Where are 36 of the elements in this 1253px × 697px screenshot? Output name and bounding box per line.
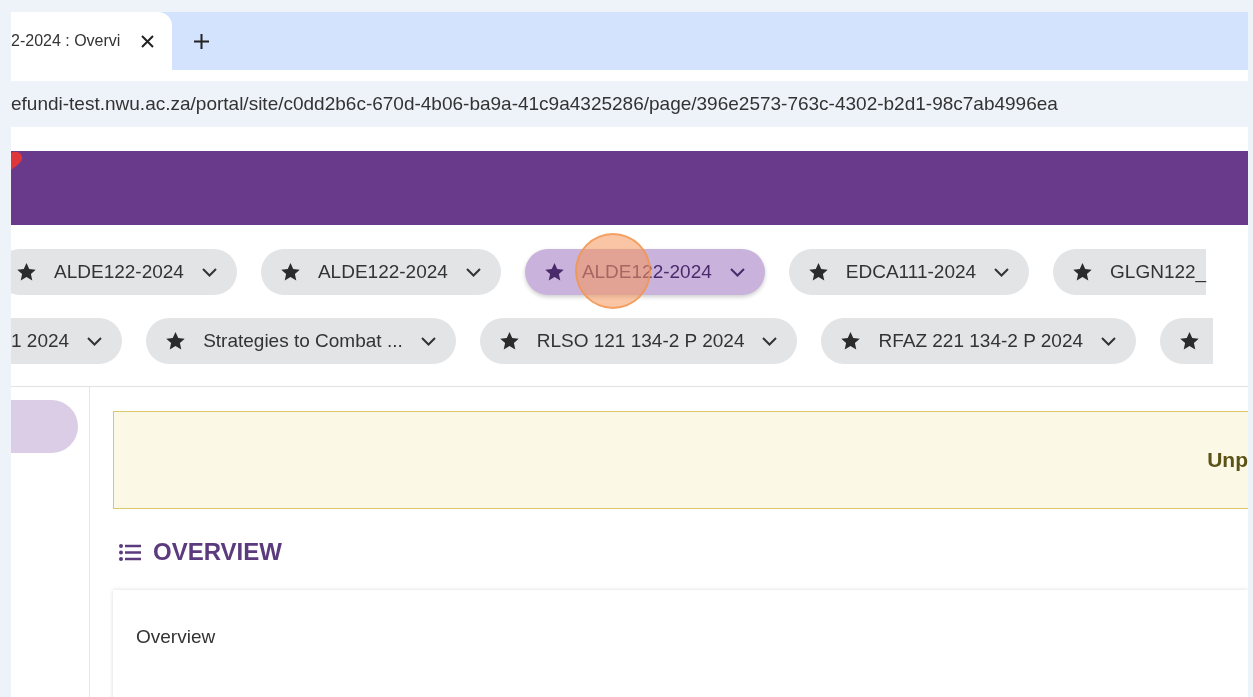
star-icon[interactable]: [166, 332, 186, 350]
star-icon[interactable]: [1180, 332, 1200, 350]
star-icon[interactable]: [499, 332, 519, 350]
star-icon[interactable]: [841, 332, 861, 350]
chevron-down-icon[interactable]: [994, 267, 1010, 277]
browser-tab[interactable]: 2-2024 : Overvi: [11, 12, 172, 70]
site-tab[interactable]: ALDE122-2024: [260, 249, 501, 295]
site-tab[interactable]: ALDE122-2024: [11, 249, 237, 295]
tab-title: 2-2024 : Overvi: [11, 32, 121, 50]
list-icon: [119, 543, 141, 561]
star-icon[interactable]: [1073, 263, 1093, 281]
address-bar[interactable]: efundi-test.nwu.ac.za/portal/site/c0dd2b6c-670d-4b06-ba9a-41c9a4325286/page/396e2573-763c-4302-b2d1-98c7ab4996ea: [11, 81, 1248, 127]
site-tab[interactable]: Strategies to Combat ...: [146, 318, 456, 364]
chevron-down-icon[interactable]: [465, 267, 481, 277]
new-tab-icon[interactable]: [194, 33, 209, 49]
star-icon[interactable]: [280, 263, 300, 281]
site-tab[interactable]: [1160, 318, 1214, 364]
chevron-down-icon[interactable]: [1101, 336, 1117, 346]
chevron-down-icon[interactable]: [87, 336, 103, 346]
site-tab[interactable]: RLSO 121 134-2 P 2024: [479, 318, 798, 364]
site-tab[interactable]: 1 2024: [11, 318, 123, 364]
heart-icon: [11, 151, 23, 171]
chevron-down-icon[interactable]: [762, 336, 778, 346]
site-tab[interactable]: RFAZ 221 134-2 P 2024: [821, 318, 1137, 364]
chevron-down-icon[interactable]: [729, 267, 745, 277]
close-icon[interactable]: [141, 34, 154, 48]
chevron-down-icon[interactable]: [201, 267, 217, 277]
card-title: Overview: [136, 626, 216, 647]
star-icon[interactable]: [17, 263, 36, 281]
star-icon[interactable]: [808, 263, 828, 281]
notice-text: Unp: [1207, 448, 1248, 472]
chevron-down-icon[interactable]: [420, 336, 436, 346]
section-heading: OVERVIEW: [153, 538, 282, 566]
site-tab[interactable]: GLGN122_: [1053, 249, 1207, 295]
star-icon[interactable]: [544, 263, 564, 281]
site-tab[interactable]: EDCA111-2024: [788, 249, 1030, 295]
